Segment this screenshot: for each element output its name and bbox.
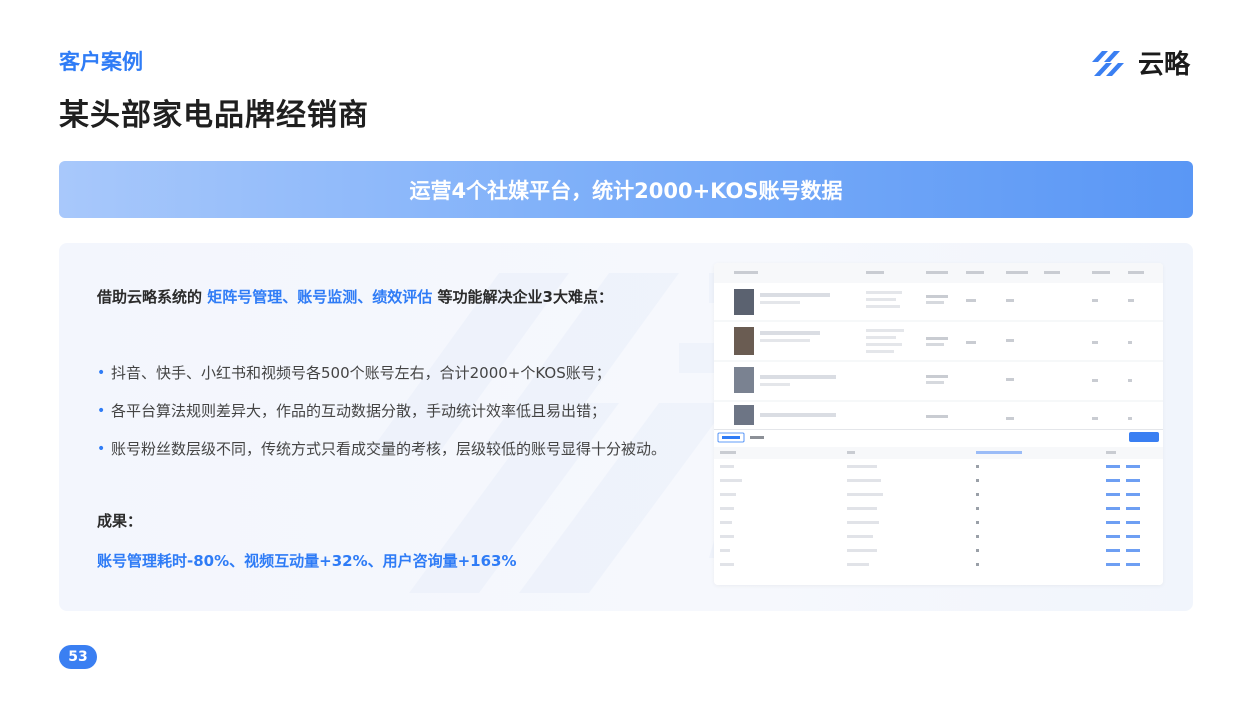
intro-suffix: 等功能解决企业3大难点： xyxy=(437,288,613,306)
list-item-text: 各平台算法规则差异大，作品的互动数据分散，手动统计效率低且易出错； xyxy=(111,402,607,420)
intro-prefix: 借助云略系统的 xyxy=(97,288,203,306)
page-number-badge: 53 xyxy=(59,645,97,669)
bullet-dot-icon: • xyxy=(97,365,106,381)
page-title: 某头部家电品牌经销商 xyxy=(59,98,369,133)
banner-text: 运营4个社媒平台，统计2000+KOS账号数据 xyxy=(409,178,843,203)
brand-logo: 云略 xyxy=(1088,44,1190,81)
bullet-dot-icon: • xyxy=(97,403,106,419)
result-label: 成果： xyxy=(97,512,143,530)
intro-text: 借助云略系统的 矩阵号管理、账号监测、绩效评估 等功能解决企业3大难点： xyxy=(97,283,677,312)
section-label: 客户案例 xyxy=(59,50,143,74)
list-item-text: 抖音、快手、小红书和视频号各500个账号左右，合计2000+个KOS账号； xyxy=(111,364,611,382)
yunlue-logo-icon xyxy=(1092,50,1124,76)
pain-point-list: • 抖音、快手、小红书和视频号各500个账号左右，合计2000+个KOS账号； … xyxy=(97,359,677,473)
result-value: 账号管理耗时-80%、视频互动量+32%、用户咨询量+163% xyxy=(97,552,517,570)
dashboard-screenshot xyxy=(714,263,1163,585)
list-item: • 各平台算法规则差异大，作品的互动数据分散，手动统计效率低且易出错； xyxy=(97,397,677,425)
bullet-dot-icon: • xyxy=(97,441,106,457)
headline-banner: 运营4个社媒平台，统计2000+KOS账号数据 xyxy=(59,161,1193,218)
case-panel: 借助云略系统的 矩阵号管理、账号监测、绩效评估 等功能解决企业3大难点： • 抖… xyxy=(59,243,1193,611)
dashboard-screenshot-image xyxy=(714,263,1163,585)
list-item-text: 账号粉丝数层级不同，传统方式只看成交量的考核，层级较低的账号显得十分被动。 xyxy=(111,440,667,458)
intro-highlight: 矩阵号管理、账号监测、绩效评估 xyxy=(207,288,433,306)
list-item: • 抖音、快手、小红书和视频号各500个账号左右，合计2000+个KOS账号； xyxy=(97,359,677,387)
logo-text: 云略 xyxy=(1138,50,1191,80)
list-item: • 账号粉丝数层级不同，传统方式只看成交量的考核，层级较低的账号显得十分被动。 xyxy=(97,435,677,463)
